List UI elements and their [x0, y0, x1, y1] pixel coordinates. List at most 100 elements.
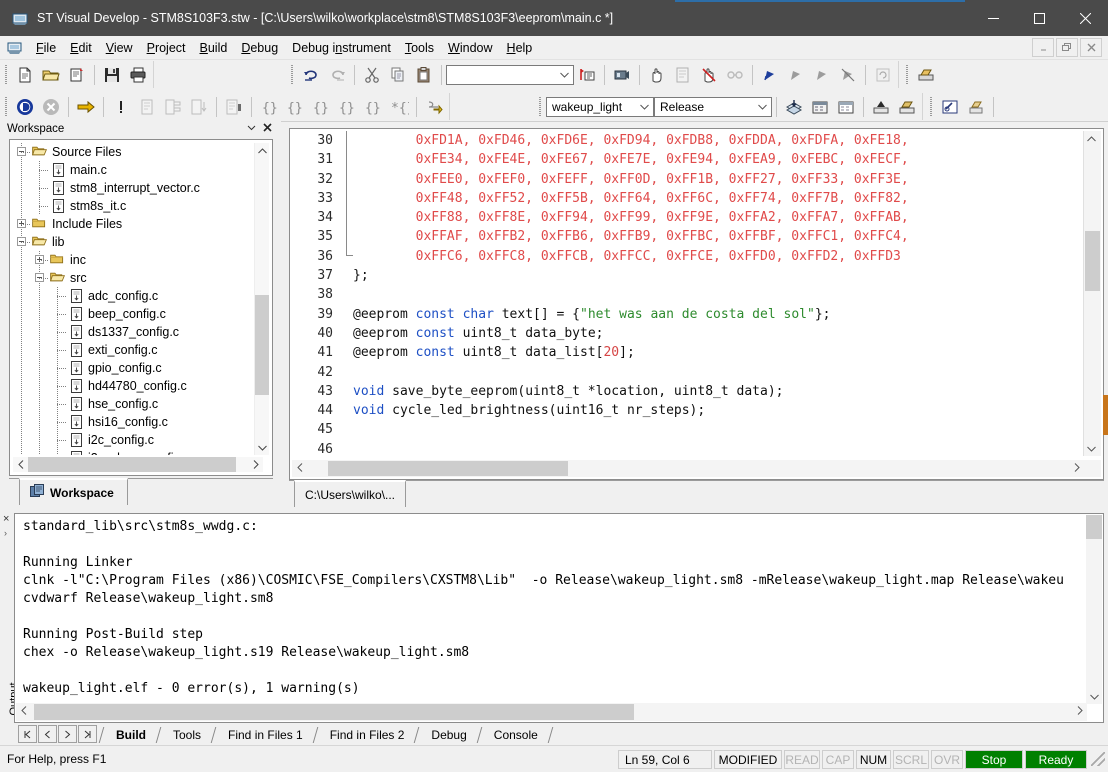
- inspect-icon[interactable]: [722, 62, 748, 87]
- batch-build-icon[interactable]: [833, 94, 859, 119]
- tree-item-source-files[interactable]: Source Files: [13, 143, 263, 161]
- chevron-down-icon[interactable]: [754, 98, 771, 116]
- workspace-tab[interactable]: Workspace: [19, 478, 128, 505]
- output-vertical-scrollbar[interactable]: [1086, 515, 1102, 704]
- menu-edit[interactable]: Edit: [63, 38, 99, 58]
- step-into-icon[interactable]: [134, 94, 160, 119]
- run-icon[interactable]: [73, 94, 99, 119]
- start-debug-icon[interactable]: [12, 94, 38, 119]
- scroll-right-icon[interactable]: [1072, 703, 1087, 718]
- output-text-frame[interactable]: standard_lib\src\stm8s_wwdg.c: Running L…: [14, 513, 1104, 723]
- tree-item-hsi16-config-c[interactable]: hsi16_config.c: [13, 413, 263, 431]
- code-line[interactable]: [353, 285, 1084, 304]
- toolbar-grip-edit[interactable]: [289, 64, 296, 86]
- code-line[interactable]: void save_byte_eeprom(uint8_t *location,…: [353, 382, 1084, 401]
- close-icon[interactable]: ×: [3, 514, 9, 525]
- find-combo[interactable]: [446, 64, 574, 85]
- code-editor[interactable]: 30 31 32 33 34 35 36 37 38 39 40 41 42 43 44 45 46 0xFD1…: [289, 128, 1104, 480]
- stop-debug-icon[interactable]: [38, 94, 64, 119]
- maximize-icon[interactable]: [1016, 0, 1062, 36]
- stop-hand-icon[interactable]: [696, 62, 722, 87]
- workspace-tree[interactable]: Source Files main.c stm8_interrupt_vector.…: [13, 143, 263, 455]
- code-line[interactable]: 0xFF88, 0xFF8E, 0xFF94, 0xFF99, 0xFF9E, …: [353, 208, 1084, 227]
- menu-help[interactable]: Help: [500, 38, 540, 58]
- code-line[interactable]: [353, 363, 1084, 382]
- code-line[interactable]: 0xFFAF, 0xFFB2, 0xFFB6, 0xFFB9, 0xFFBC, …: [353, 227, 1084, 246]
- close-icon[interactable]: [1062, 0, 1108, 36]
- tree-item-i2c-config-c[interactable]: i2c_config.c: [13, 431, 263, 449]
- scroll-up-icon[interactable]: [1084, 131, 1098, 146]
- output-tab-find-in-files-2[interactable]: Find in Files 2: [321, 726, 414, 743]
- menu-debug[interactable]: Debug: [234, 38, 285, 58]
- mdi-restore-icon[interactable]: [1056, 38, 1078, 57]
- workspace-horizontal-scrollbar[interactable]: [13, 457, 263, 472]
- brace-4-icon[interactable]: {}: [334, 94, 360, 119]
- step-out-icon[interactable]: [186, 94, 212, 119]
- menu-project[interactable]: Project: [140, 38, 193, 58]
- minimize-icon[interactable]: [970, 0, 1016, 36]
- tree-item-hse-config-c[interactable]: hse_config.c: [13, 395, 263, 413]
- bookmark-prev-icon[interactable]: [809, 62, 835, 87]
- collapse-icon[interactable]: [35, 273, 44, 282]
- brace-6-icon[interactable]: *{}: [386, 94, 412, 119]
- editor-options-icon[interactable]: [937, 94, 963, 119]
- scroll-right-icon[interactable]: [248, 457, 263, 472]
- output-tab-build[interactable]: Build: [107, 726, 155, 743]
- menu-view[interactable]: View: [99, 38, 140, 58]
- fold-bar[interactable]: [341, 131, 353, 456]
- tree-item-i2c-slave-config-c[interactable]: i2c_slave_config.c: [13, 449, 263, 455]
- save-icon[interactable]: [99, 62, 125, 87]
- mcu-config-icon[interactable]: [963, 94, 989, 119]
- output-tab-console[interactable]: Console: [485, 726, 547, 743]
- chevron-right-icon[interactable]: ›: [4, 528, 7, 538]
- code-line[interactable]: @eeprom const uint8_t data_list[20];: [353, 343, 1084, 362]
- expand-icon[interactable]: [17, 219, 26, 228]
- code-line[interactable]: 0xFE34, 0xFE4E, 0xFE67, 0xFE7E, 0xFE94, …: [353, 150, 1084, 169]
- code-line[interactable]: 0xFD1A, 0xFD46, 0xFD6E, 0xFD94, 0xFDB8, …: [353, 131, 1084, 150]
- tree-item-inc[interactable]: inc: [13, 251, 263, 269]
- output-scroll-thumb[interactable]: [1086, 515, 1102, 539]
- tree-item-stm8-interrupt-vector-c[interactable]: stm8_interrupt_vector.c: [13, 179, 263, 197]
- scroll-down-icon[interactable]: [1084, 441, 1098, 456]
- close-icon[interactable]: [263, 123, 272, 135]
- chevron-down-icon[interactable]: [556, 66, 573, 84]
- scroll-left-icon[interactable]: [292, 460, 307, 475]
- rebuild-all-icon[interactable]: [807, 94, 833, 119]
- copy-icon[interactable]: [385, 62, 411, 87]
- tree-item-hd44780-config-c[interactable]: hd44780_config.c: [13, 377, 263, 395]
- scroll-down-icon[interactable]: [255, 440, 269, 455]
- code-line[interactable]: 0xFFC6, 0xFFC8, 0xFFCB, 0xFFCC, 0xFFCE, …: [353, 247, 1084, 266]
- step-over-icon[interactable]: [160, 94, 186, 119]
- code-line[interactable]: [353, 440, 1084, 456]
- resize-grip-icon[interactable]: [1091, 752, 1105, 766]
- bookmark-blue-icon[interactable]: [757, 62, 783, 87]
- chevron-down-icon[interactable]: [247, 123, 256, 135]
- settings-icon[interactable]: [894, 94, 920, 119]
- tree-item-exti-config-c[interactable]: exti_config.c: [13, 341, 263, 359]
- configuration-combo[interactable]: Release: [654, 96, 772, 117]
- undo-icon[interactable]: [298, 62, 324, 87]
- output-hscroll-thumb[interactable]: [34, 704, 634, 720]
- bookmark-next-icon[interactable]: [783, 62, 809, 87]
- cut-icon[interactable]: [359, 62, 385, 87]
- new-workspace-icon[interactable]: [64, 62, 90, 87]
- tree-item-adc-config-c[interactable]: adc_config.c: [13, 287, 263, 305]
- menu-tools[interactable]: Tools: [398, 38, 441, 58]
- tree-item-main-c[interactable]: main.c: [13, 161, 263, 179]
- chevron-down-icon[interactable]: [636, 98, 653, 116]
- workspace-vertical-scrollbar[interactable]: [254, 143, 269, 455]
- hand-icon[interactable]: [644, 62, 670, 87]
- menu-debug-instrument[interactable]: Debug instrument: [285, 38, 398, 58]
- code-line[interactable]: 0xFEE0, 0xFEF0, 0xFEFF, 0xFF0D, 0xFF1B, …: [353, 170, 1084, 189]
- scroll-right-icon[interactable]: [1069, 460, 1084, 475]
- tree-item-include-files[interactable]: Include Files: [13, 215, 263, 233]
- code-line[interactable]: void cycle_led_brightness(uint16_t nr_st…: [353, 401, 1084, 420]
- output-tab-tools[interactable]: Tools: [164, 726, 210, 743]
- watch-icon[interactable]: [609, 62, 635, 87]
- menu-file[interactable]: File: [29, 38, 63, 58]
- brace-5-icon[interactable]: {}: [360, 94, 386, 119]
- toolbar-grip-debug[interactable]: [3, 96, 10, 118]
- app-menu-icon[interactable]: [7, 40, 23, 55]
- workspace-scroll-thumb[interactable]: [255, 295, 269, 395]
- project-combo[interactable]: wakeup_light: [546, 96, 654, 117]
